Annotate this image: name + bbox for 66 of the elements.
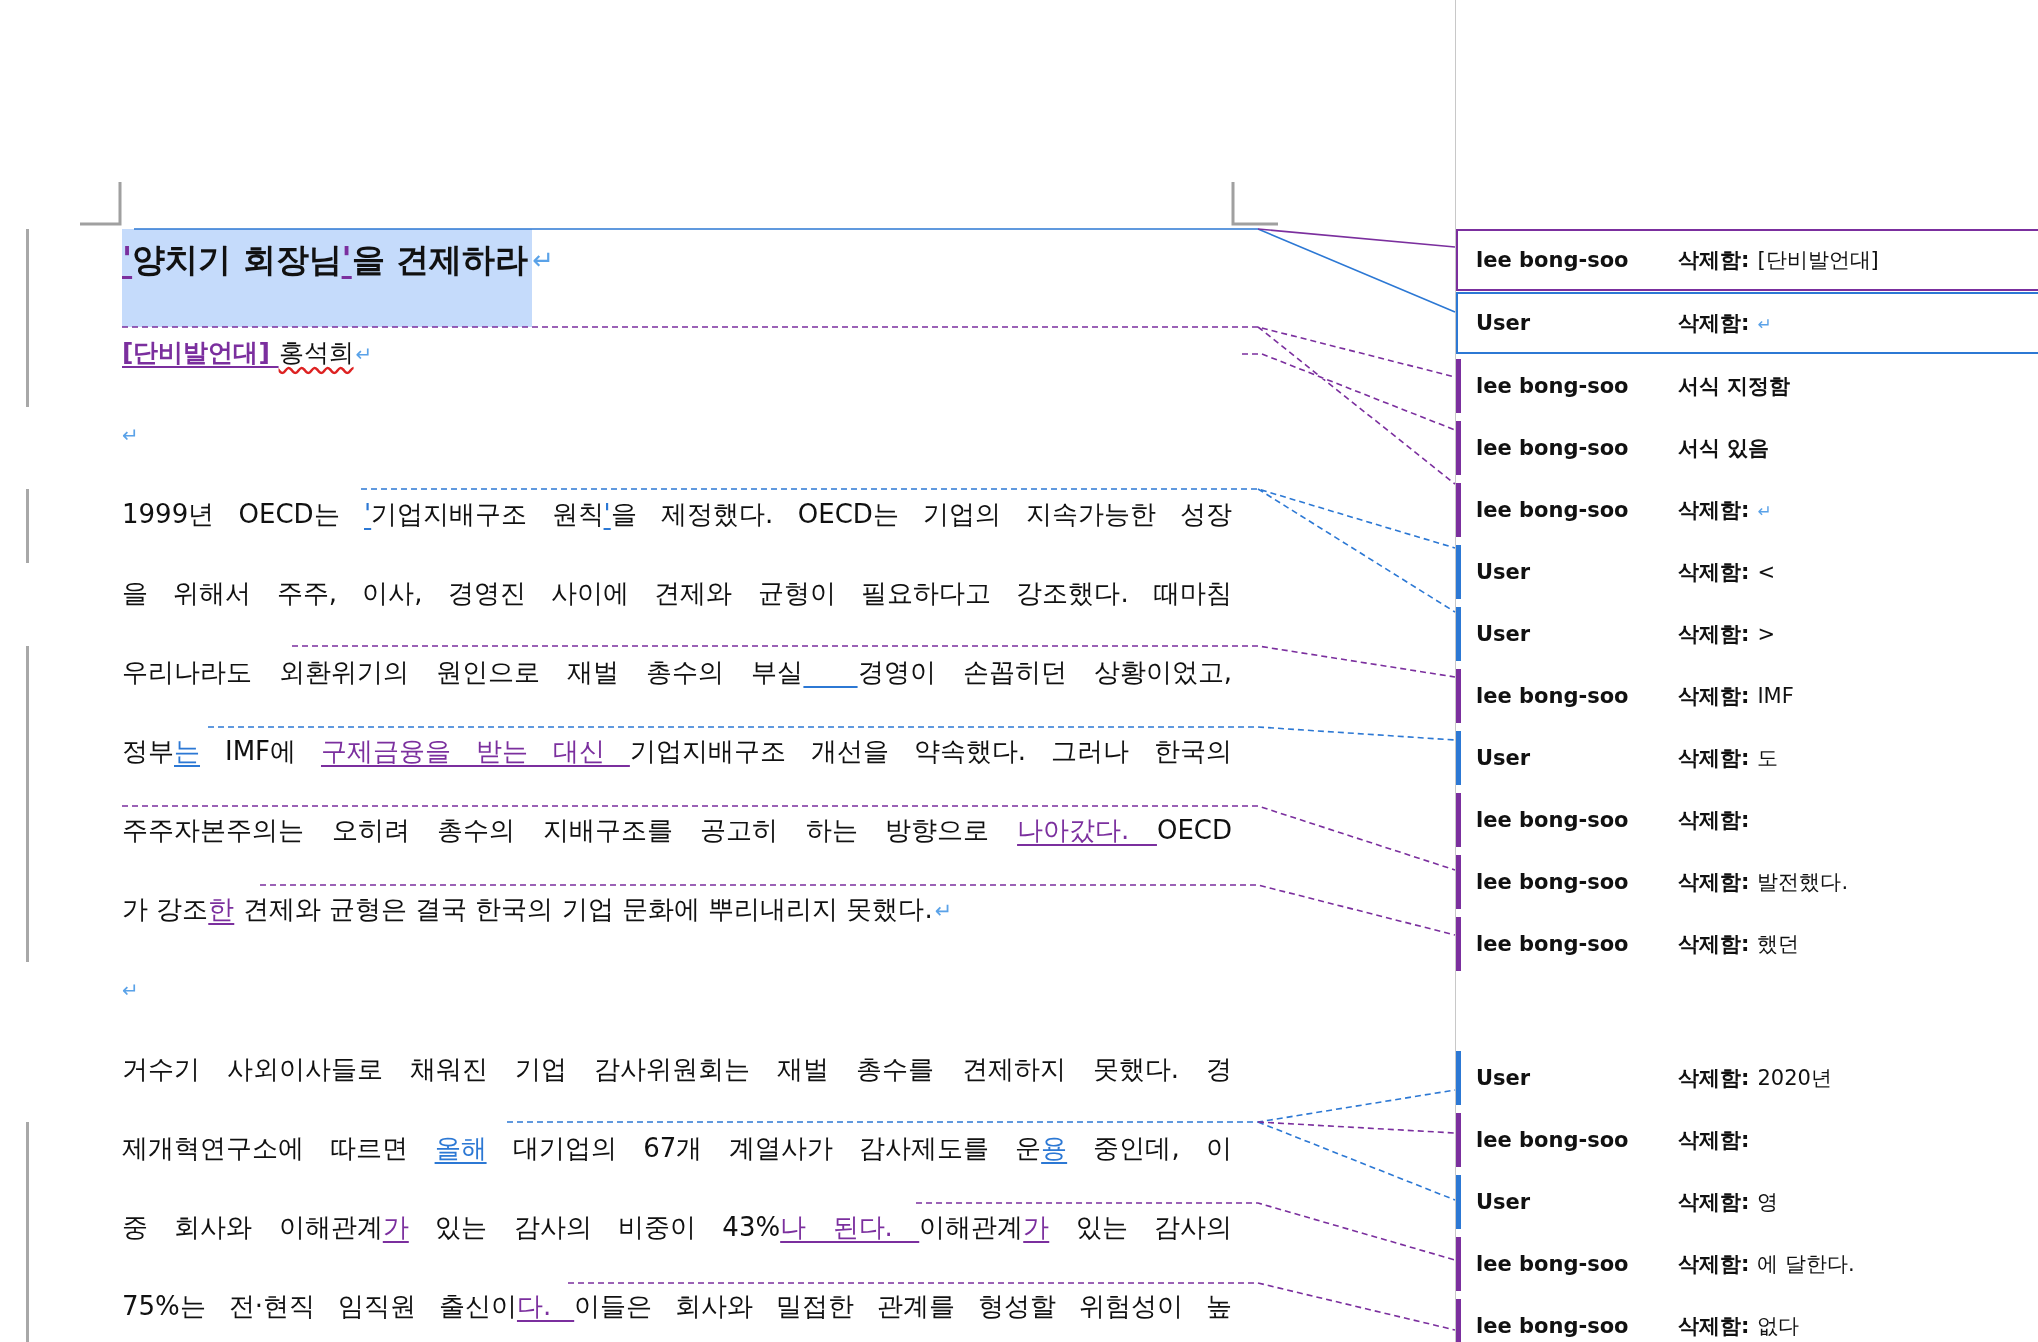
revision-balloon[interactable]: lee bong-soo 삭제함: IMF (1456, 669, 2038, 723)
revision-author: lee bong-soo (1476, 808, 1630, 832)
revision-author: lee bong-soo (1476, 374, 1630, 398)
revision-author: lee bong-soo (1476, 684, 1630, 708)
revision-balloon[interactable]: User 삭제함: < (1456, 545, 2038, 599)
revision-description: 삭제함: < (1678, 559, 1775, 586)
revision-balloon[interactable]: User 삭제함: 영 (1456, 1175, 2038, 1229)
revision-balloon[interactable]: lee bong-soo 삭제함: (1456, 1113, 2038, 1167)
revision-description: 서식 있음 (1678, 435, 1770, 462)
revision-author: lee bong-soo (1476, 1128, 1630, 1152)
revision-balloon[interactable]: User 삭제함: > (1456, 607, 2038, 661)
body-text-line: 정부는 IMF에 구제금융을 받는 대신 기업지배구조 개선을 약속했다. 그러나 한국의 (122, 735, 1232, 768)
revision-description: 삭제함: 2020년 (1678, 1065, 1832, 1092)
revision-balloon[interactable]: lee bong-soo 삭제함: 했던 (1456, 917, 2038, 971)
revision-description: 삭제함: 발전했다. (1678, 869, 1849, 896)
revision-author: lee bong-soo (1476, 870, 1630, 894)
revision-description: 삭제함: [단비발언대] (1678, 247, 1879, 274)
revision-description: 삭제함: > (1678, 621, 1775, 648)
revision-author: User (1476, 560, 1532, 584)
revision-balloon[interactable]: lee bong-soo 삭제함: [단비발언대] (1456, 229, 2038, 291)
revision-author: User (1476, 1190, 1532, 1214)
revision-description: 삭제함: 도 (1678, 745, 1779, 772)
revision-description: 서식 지정함 (1678, 373, 1791, 400)
revision-description: 삭제함: ↵ (1678, 310, 1772, 337)
revision-balloon[interactable]: User 삭제함: 2020년 (1456, 1051, 2038, 1105)
byline-text: [단비발언대] 홍석희↵ (122, 337, 374, 369)
revision-author: User (1476, 311, 1532, 335)
revision-author: lee bong-soo (1476, 498, 1630, 522)
document-title: '양치기 회장님'을 견제하라 (122, 229, 533, 327)
body-text-line: 제개혁연구소에 따르면 올해 대기업의 67개 계열사가 감사제도를 운용 중인데, 이 (122, 1132, 1232, 1165)
revision-description: 삭제함: (1678, 1127, 1750, 1154)
revision-author: lee bong-soo (1476, 932, 1630, 956)
revision-author: lee bong-soo (1476, 436, 1630, 460)
revision-balloon[interactable]: lee bong-soo 삭제함: 발전했다. (1456, 855, 2038, 909)
revision-author: User (1476, 746, 1532, 770)
revision-balloon[interactable]: User 삭제함: 도 (1456, 731, 2038, 785)
body-text-line: 우리나라도 외환위기의 원인으로 재벌 총수의 부실 경영이 손꼽히던 상황이었고, (122, 656, 1232, 689)
revision-balloon[interactable]: lee bong-soo 서식 지정함 (1456, 359, 2038, 413)
paragraph-mark: ↵ (122, 422, 140, 449)
paragraph-mark: ↵ (122, 977, 140, 1004)
revision-description: 삭제함: ↵ (1678, 497, 1772, 524)
revision-description: 삭제함: (1678, 807, 1750, 834)
revision-balloon[interactable]: lee bong-soo 삭제함: 에 달한다. (1456, 1237, 2038, 1291)
body-text-line: 거수기 사외이사들로 채워진 기업 감사위원회는 재벌 총수를 견제하지 못했다. 경 (122, 1053, 1232, 1086)
revision-description: 삭제함: 에 달한다. (1678, 1251, 1855, 1278)
revision-balloon[interactable]: lee bong-soo 삭제함: ↵ (1456, 483, 2038, 537)
revision-balloon[interactable]: User 삭제함: ↵ (1456, 292, 2038, 354)
body-text-line: 주주자본주의는 오히려 총수의 지배구조를 공고히 하는 방향으로 나아갔다. OECD (122, 814, 1232, 847)
revision-description: 삭제함: 영 (1678, 1189, 1779, 1216)
revision-balloon[interactable]: lee bong-soo 서식 있음 (1456, 421, 2038, 475)
body-text-line: 75%는 전·현직 임직원 출신이 다. 이들은 회사와 밀접한 관계를 형성할 위험성이 높 (122, 1290, 1232, 1323)
revision-author: lee bong-soo (1476, 248, 1630, 272)
revision-author: User (1476, 1066, 1532, 1090)
body-text-line: 을 위해서 주주, 이사, 경영진 사이에 견제와 균형이 필요하다고 강조했다. 때마침 (122, 577, 1232, 610)
body-text-line: 중 회사와 이해관계 가 있는 감사의 비중이 43%나 된다. 이해관계 가 있는 감사의 (122, 1211, 1232, 1244)
body-text-line: 1999년 OECD는 '기업지배구조 원칙'을 제정했다. OECD는 기업의 지속가능한 성장 (122, 498, 1232, 531)
revision-description: 삭제함: 했던 (1678, 931, 1800, 958)
revision-balloon[interactable]: lee bong-soo 삭제함: (1456, 793, 2038, 847)
revision-description: 삭제함: 없다 (1678, 1313, 1800, 1340)
revision-author: User (1476, 622, 1532, 646)
revision-author: lee bong-soo (1476, 1314, 1630, 1338)
body-text-line: 가 강조한 견제와 균형은 결국 한국의 기업 문화에 뿌리내리지 못했다.↵ (122, 893, 954, 926)
paragraph-mark: ↵ (532, 244, 554, 277)
revision-description: 삭제함: IMF (1678, 683, 1794, 710)
revision-balloon[interactable]: lee bong-soo 삭제함: 없다 (1456, 1299, 2038, 1342)
revision-author: lee bong-soo (1476, 1252, 1630, 1276)
